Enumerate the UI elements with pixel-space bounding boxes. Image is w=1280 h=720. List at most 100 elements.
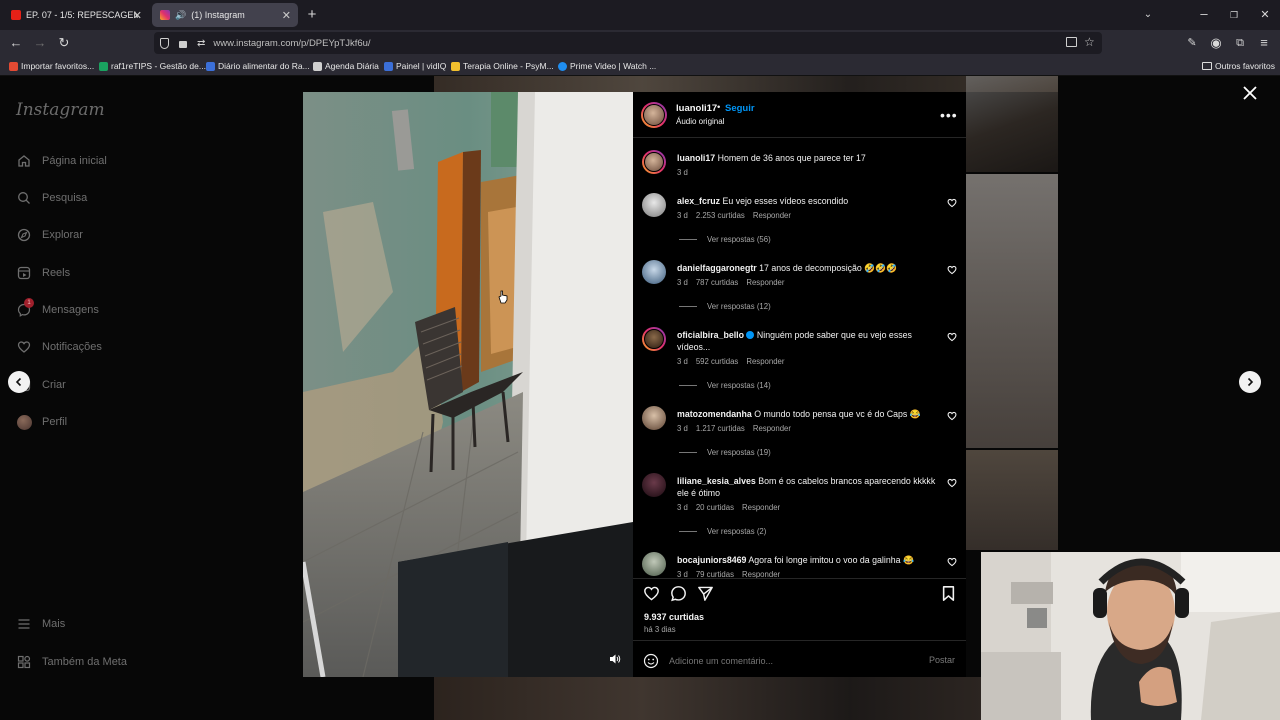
- view-replies-button[interactable]: Ver respostas (2): [679, 527, 766, 536]
- bookmark-item[interactable]: Terapia Online - PsyM...: [451, 59, 554, 73]
- comment-username[interactable]: alex_fcruz: [677, 196, 720, 206]
- view-replies-button[interactable]: Ver respostas (14): [679, 381, 771, 390]
- comment-avatar[interactable]: [642, 406, 666, 430]
- like-icon[interactable]: [643, 585, 660, 602]
- like-comment-icon[interactable]: [947, 478, 957, 488]
- comment-likes[interactable]: 20 curtidas: [696, 503, 734, 512]
- close-tab-icon[interactable]: ✕: [133, 9, 142, 22]
- other-bookmarks[interactable]: Outros favoritos: [1202, 59, 1275, 73]
- comment-avatar[interactable]: [642, 552, 666, 576]
- reply-button[interactable]: Responder: [753, 424, 791, 433]
- comment-icon[interactable]: [670, 585, 687, 602]
- author-username[interactable]: luanoli17: [676, 103, 717, 114]
- tools-icon[interactable]: ✎: [1184, 36, 1200, 50]
- close-tab-icon[interactable]: ✕: [282, 9, 291, 22]
- like-comment-icon[interactable]: [947, 332, 957, 342]
- close-modal-icon[interactable]: [1242, 85, 1258, 101]
- view-replies-button[interactable]: Ver respostas (56): [679, 235, 771, 244]
- comment-text: matozomendanha O mundo todo pensa que vc…: [677, 408, 939, 420]
- comment-likes[interactable]: 79 curtidas: [696, 570, 734, 578]
- post-video[interactable]: [303, 92, 633, 677]
- share-icon[interactable]: [697, 585, 714, 602]
- previous-post-button[interactable]: [8, 371, 30, 393]
- save-bookmark-icon[interactable]: [940, 585, 957, 602]
- comment-username[interactable]: luanoli17: [677, 153, 715, 163]
- post-actions: 9.937 curtidas há 3 dias Postar: [633, 578, 966, 677]
- speaker-icon[interactable]: 🔊: [175, 10, 186, 21]
- tab-youtube[interactable]: EP. 07 - 1/5: REPESCAGEM COM ✕: [3, 3, 149, 27]
- reply-button[interactable]: Responder: [746, 357, 784, 366]
- like-comment-icon[interactable]: [947, 198, 957, 208]
- address-bar[interactable]: ⇄ www.instagram.com/p/DPEYpTJkf6u/ ☆: [154, 32, 1102, 54]
- comment-likes[interactable]: 787 curtidas: [696, 278, 738, 287]
- comment-username[interactable]: danielfaggaronegtr: [677, 263, 757, 273]
- sidebar-item-home[interactable]: Página inicial: [16, 151, 107, 171]
- view-replies-button[interactable]: Ver respostas (19): [679, 448, 771, 457]
- close-window-icon[interactable]: ✕: [1257, 8, 1273, 22]
- sidebar-item-more[interactable]: Mais: [16, 614, 65, 634]
- like-comment-icon[interactable]: [947, 557, 957, 567]
- sidebar-item-reels[interactable]: Reels: [16, 263, 70, 283]
- author-avatar[interactable]: [642, 150, 666, 174]
- comment-avatar[interactable]: [642, 193, 666, 217]
- sidebar-item-explore[interactable]: Explorar: [16, 225, 83, 245]
- messenger-icon: 1: [16, 298, 34, 318]
- author-avatar[interactable]: [641, 102, 667, 128]
- comment-username[interactable]: matozomendanha: [677, 409, 752, 419]
- audio-label[interactable]: Áudio original: [676, 117, 724, 126]
- follow-button[interactable]: Seguir: [725, 103, 755, 114]
- bookmark-star-icon[interactable]: ☆: [1084, 35, 1095, 49]
- permissions-icon[interactable]: ⇄: [197, 38, 205, 49]
- minimize-icon[interactable]: –: [1196, 7, 1212, 21]
- menu-icon[interactable]: ≡: [1256, 36, 1272, 50]
- sidebar-item-messages[interactable]: 1 Mensagens: [16, 298, 99, 320]
- bookmark-item[interactable]: Painel | vidIQ: [384, 59, 446, 73]
- comment-username[interactable]: bocajuniors8469: [677, 555, 746, 565]
- reply-button[interactable]: Responder: [746, 278, 784, 287]
- comment-likes[interactable]: 592 curtidas: [696, 357, 738, 366]
- comment-avatar[interactable]: [642, 473, 666, 497]
- post-comment-button[interactable]: Postar: [929, 655, 955, 665]
- reader-view-icon[interactable]: [1066, 37, 1077, 47]
- forward-icon[interactable]: →: [32, 36, 48, 50]
- likes-count[interactable]: 9.937 curtidas: [644, 612, 704, 622]
- reply-button[interactable]: Responder: [753, 211, 791, 220]
- next-post-button[interactable]: [1239, 371, 1261, 393]
- new-tab-button[interactable]: +: [304, 7, 320, 22]
- account-icon[interactable]: ◉: [1208, 36, 1224, 50]
- more-options-icon[interactable]: •••: [940, 107, 958, 123]
- reply-button[interactable]: Responder: [742, 503, 780, 512]
- restore-icon[interactable]: ❐: [1226, 8, 1242, 22]
- tab-instagram[interactable]: 🔊 (1) Instagram ✕: [152, 3, 298, 27]
- lock-icon[interactable]: [179, 41, 187, 48]
- like-comment-icon[interactable]: [947, 411, 957, 421]
- sidebar-item-notifications[interactable]: Notificações: [16, 337, 102, 357]
- sidebar-item-profile[interactable]: Perfil: [16, 412, 67, 432]
- emoji-icon[interactable]: [643, 653, 659, 669]
- tab-list-chevron-icon[interactable]: ⌄: [1140, 8, 1156, 22]
- comment-username[interactable]: liliane_kesia_alves: [677, 476, 756, 486]
- bookmark-item[interactable]: Agenda Diária: [313, 59, 379, 73]
- comment-username[interactable]: oficialbira_bello: [677, 330, 744, 340]
- reply-button[interactable]: Responder: [742, 570, 780, 578]
- comment-avatar[interactable]: [642, 327, 666, 351]
- back-icon[interactable]: ←: [8, 36, 24, 50]
- comment-input[interactable]: [669, 653, 909, 669]
- extensions-icon[interactable]: ⧉: [1232, 36, 1248, 50]
- like-comment-icon[interactable]: [947, 265, 957, 275]
- url-text[interactable]: www.instagram.com/p/DPEYpTJkf6u/: [213, 38, 370, 49]
- comment-likes[interactable]: 2.253 curtidas: [696, 211, 745, 220]
- sidebar-item-meta[interactable]: Também da Meta: [16, 652, 127, 672]
- shield-icon[interactable]: [160, 37, 169, 49]
- volume-icon[interactable]: [609, 652, 621, 664]
- bookmark-item[interactable]: Prime Video | Watch ...: [558, 59, 656, 73]
- reload-icon[interactable]: ↻: [56, 36, 72, 50]
- view-replies-button[interactable]: Ver respostas (12): [679, 302, 771, 311]
- comment-likes[interactable]: 1.217 curtidas: [696, 424, 745, 433]
- instagram-logo[interactable]: Instagram: [16, 100, 105, 120]
- sidebar-item-search[interactable]: Pesquisa: [16, 188, 87, 208]
- bookmark-item[interactable]: raf1reTIPS - Gestão de...: [99, 59, 206, 73]
- bookmark-item[interactable]: Importar favoritos...: [9, 59, 94, 73]
- comment-avatar[interactable]: [642, 260, 666, 284]
- bookmark-item[interactable]: Diário alimentar do Ra...: [206, 59, 310, 73]
